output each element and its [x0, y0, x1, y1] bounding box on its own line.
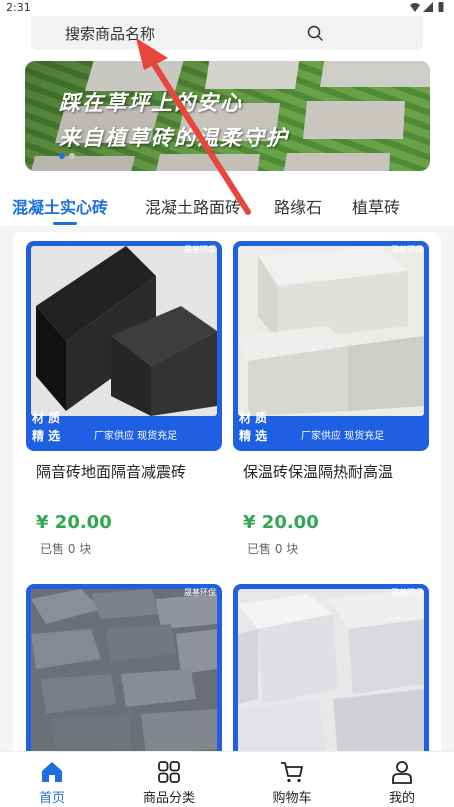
product-title[interactable]: 隔音砖地面隔音减震砖 — [36, 461, 186, 482]
tab-curbstone[interactable]: 路缘石 — [274, 194, 322, 218]
tab-solid-concrete-brick[interactable]: 混凝土实心砖 — [12, 194, 108, 218]
nav-item-cart[interactable]: 购物车 — [247, 760, 337, 806]
product-price: ¥ 20.00 — [243, 512, 319, 533]
quality-tag: 材 质 精 选 — [239, 409, 287, 447]
wifi-icon — [410, 3, 420, 12]
product-card[interactable]: 晟基环保 材 质 精 选 厂家供应 现货充足 保温砖保温隔热耐高温 ¥ 20.0… — [233, 241, 429, 561]
product-sold-count: 已售 0 块 — [247, 542, 299, 556]
nav-item-profile[interactable]: 我的 — [357, 760, 447, 806]
brand-tag: 晟基环保 — [391, 588, 423, 597]
signal-icon — [423, 2, 433, 12]
nav-label-cart: 购物车 — [272, 791, 312, 806]
product-photo-insulation-brick — [238, 246, 424, 416]
banner-dot[interactable] — [69, 153, 75, 159]
search-icon[interactable] — [307, 25, 323, 41]
product-photo-soundproof-brick — [31, 246, 217, 416]
home-icon — [42, 762, 62, 782]
quality-tag-line2: 精 选 — [239, 429, 268, 443]
promo-banner[interactable]: 踩在草坪上的安心 来自植草砖的温柔守护 — [25, 61, 430, 171]
nav-label-category: 商品分类 — [142, 791, 195, 806]
status-icons — [410, 2, 446, 12]
banner-headline-1: 踩在草坪上的安心 — [59, 91, 243, 115]
product-photo-gray-bricks — [31, 589, 217, 751]
nav-item-category[interactable]: 商品分类 — [124, 760, 214, 806]
brand-tag: 晟基环保 — [391, 245, 423, 254]
quality-tag: 材 质 精 选 — [32, 409, 80, 447]
product-image[interactable]: 晟基环保 — [233, 584, 429, 751]
quality-tag-line1: 材 质 — [239, 411, 268, 425]
brand-tag: 晟基环保 — [184, 588, 216, 597]
nav-label-profile: 我的 — [388, 791, 415, 806]
active-tab-indicator — [53, 222, 77, 225]
product-price: ¥ 20.00 — [36, 512, 112, 533]
category-tabs: 混凝土实心砖 混凝土路面砖 路缘石 植草砖 — [0, 192, 454, 226]
banner-dot-active[interactable] — [59, 153, 65, 159]
status-bar: 2:31 — [0, 0, 454, 16]
status-time: 2:31 — [6, 1, 31, 14]
nav-item-home[interactable]: 首页 — [7, 760, 97, 806]
cart-icon — [281, 762, 303, 783]
product-title[interactable]: 保温砖保温隔热耐高温 — [243, 461, 393, 482]
product-sold-count: 已售 0 块 — [40, 542, 92, 556]
bottom-nav: 首页 商品分类 购物车 我的 — [0, 751, 454, 807]
user-icon — [392, 761, 412, 784]
battery-icon — [438, 2, 444, 12]
tab-grass-paver[interactable]: 植草砖 — [352, 194, 400, 218]
category-icon — [158, 761, 180, 783]
banner-headline-2: 来自植草砖的温柔守护 — [59, 126, 289, 150]
search-input[interactable]: 搜索商品名称 — [65, 23, 155, 44]
product-image[interactable]: 晟基环保 材 质 精 选 厂家供应 现货充足 — [233, 241, 429, 451]
product-image[interactable]: 晟基环保 — [26, 584, 222, 751]
product-image[interactable]: 晟基环保 材 质 精 选 厂家供应 现货充足 — [26, 241, 222, 451]
quality-tag-line1: 材 质 — [32, 411, 61, 425]
brand-tag: 晟基环保 — [184, 245, 216, 254]
supply-tag: 厂家供应 现货充足 — [301, 431, 385, 442]
product-card[interactable]: 晟基环保 材 质 精 选 厂家供应 现货充足 隔音砖地面隔音减震砖 ¥ 20.0… — [26, 241, 222, 561]
search-bar[interactable]: 搜索商品名称 — [31, 16, 423, 50]
nav-label-home: 首页 — [38, 791, 65, 806]
banner-pagination — [59, 153, 75, 159]
supply-tag: 厂家供应 现货充足 — [94, 431, 178, 442]
quality-tag-line2: 精 选 — [32, 429, 61, 443]
tab-concrete-paving-brick[interactable]: 混凝土路面砖 — [145, 194, 241, 218]
product-card[interactable]: 晟基环保 — [26, 584, 222, 751]
product-card[interactable]: 晟基环保 — [233, 584, 429, 751]
product-photo-aerated-blocks — [238, 589, 424, 751]
